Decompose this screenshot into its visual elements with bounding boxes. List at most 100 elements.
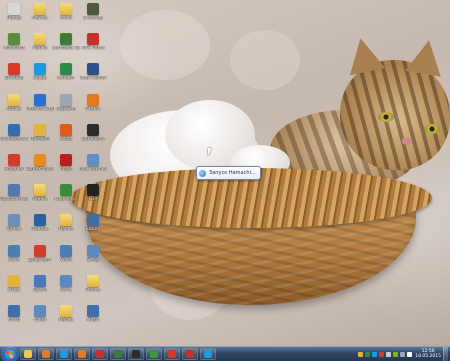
desktop-icon[interactable]: Total Comm <box>79 63 107 90</box>
desktop-icon[interactable]: SHAREit <box>0 63 28 90</box>
desktop-icon-label: Документ <box>28 257 52 263</box>
desktop-icon-label: GTA <box>88 197 98 203</box>
desktop-icon[interactable]: Видео <box>79 214 107 241</box>
app-icon <box>60 274 72 287</box>
desktop-icon[interactable]: Firefox <box>79 93 107 121</box>
desktop-icon[interactable]: Обновление <box>0 123 28 151</box>
app-icon <box>34 305 46 317</box>
desktop-icon[interactable]: Word <box>52 244 80 272</box>
taskbar-chrome-button[interactable] <box>146 348 162 360</box>
tray-icon[interactable] <box>358 351 364 357</box>
desktop-icon[interactable]: Одноклассники <box>26 154 54 181</box>
taskbar-camtasia-button[interactable] <box>110 348 126 360</box>
tray-icon[interactable] <box>372 351 378 357</box>
desktop-icon[interactable]: Internet Explorer <box>26 93 54 121</box>
desktop-icon-label: Firefox <box>85 106 101 112</box>
app-icon <box>8 154 20 166</box>
app-icon <box>34 244 46 257</box>
desktop-icon[interactable]: Программы <box>0 184 28 211</box>
desktop-icon[interactable]: Файлы <box>26 3 54 30</box>
desktop-icon[interactable]: GTA <box>79 184 107 211</box>
app-icon <box>8 214 20 227</box>
desktop-icon-label: Maps <box>60 167 72 172</box>
desktop-icon[interactable]: Корзина <box>52 93 80 121</box>
desktop-icon[interactable]: Фото <box>0 305 28 332</box>
desktop-icon[interactable]: Avast <box>52 123 80 151</box>
desktop-icon[interactable]: Папка <box>52 305 80 332</box>
app-icon <box>8 63 20 76</box>
taskbar-media-player-button[interactable] <box>38 348 54 360</box>
desktop-icon[interactable]: Opera <box>26 274 54 302</box>
desktop-icon[interactable]: Клиент <box>52 63 80 90</box>
desktop-icon[interactable]: Игры <box>0 274 28 302</box>
desktop-icon[interactable]: Папка <box>79 274 107 302</box>
taskbar-skype-active-button[interactable] <box>200 348 216 360</box>
desktop-icon-label: Корзина <box>56 106 76 112</box>
folder-icon <box>34 33 46 46</box>
desktop-icon[interactable]: Папка <box>52 214 80 241</box>
folder-icon <box>87 274 99 287</box>
tray-icon[interactable] <box>400 351 406 357</box>
app-icon <box>34 214 46 227</box>
desktop-icon[interactable]: AVS Video <box>79 33 107 60</box>
app-icon <box>8 244 20 257</box>
taskbar-bandicam-button[interactable] <box>128 348 144 360</box>
clock[interactable]: 12:56 18.05.2015 <box>415 349 441 359</box>
taskbar-firefox-button[interactable] <box>74 348 90 360</box>
desktop-icon[interactable]: Setup <box>79 244 107 272</box>
taskbar-skype-button[interactable] <box>56 348 72 360</box>
desktop-icon[interactable]: Bandicam <box>79 123 107 151</box>
desktop-icon[interactable]: Панель <box>26 214 54 241</box>
tray-icon[interactable] <box>365 351 371 357</box>
app-icon <box>8 123 20 136</box>
cat-ear <box>342 34 386 76</box>
app-icon <box>87 3 99 15</box>
hamachi-balloon[interactable]: Запуск Hamachi... <box>196 166 261 180</box>
desktop-icon[interactable]: Сеть <box>52 274 80 302</box>
show-desktop-button[interactable] <box>443 347 448 361</box>
desktop-icon[interactable]: Hamachi <box>26 123 54 151</box>
desktop-icon[interactable]: Папка <box>0 93 28 121</box>
desktop-icon[interactable]: Папка <box>26 33 54 60</box>
desktop-icon[interactable]: Camtasia Studio <box>52 33 80 60</box>
desktop-icon[interactable]: Мой компьютер <box>79 154 107 181</box>
desktop-icon[interactable]: Фото <box>52 3 80 30</box>
hamachi-icon <box>199 169 206 177</box>
app-icon <box>60 184 72 197</box>
desktop-icon[interactable]: Music <box>79 305 107 332</box>
app-icon <box>60 244 72 257</box>
bandicam-icon <box>132 350 140 358</box>
desktop-icon[interactable]: Skype <box>26 63 54 90</box>
desktop-icon[interactable]: Папка <box>26 184 54 211</box>
taskbar-recorder-button[interactable] <box>182 348 198 360</box>
desktop-icon[interactable]: Kaspersky <box>52 184 80 211</box>
app-icon <box>87 305 99 317</box>
app-icon <box>34 123 46 136</box>
taskbar-opera-button[interactable] <box>92 348 108 360</box>
tray-icon[interactable] <box>393 351 399 357</box>
desktop-icon-label: Фото <box>59 16 72 21</box>
desktop-icon[interactable]: Документ <box>26 244 54 272</box>
desktop-icon[interactable]: Лорор <box>0 3 28 30</box>
desktop-icon[interactable]: Ярлык <box>0 214 28 241</box>
skype-icon <box>60 350 68 358</box>
tray-icon[interactable] <box>379 351 385 357</box>
tray-icon[interactable] <box>407 351 413 357</box>
desktop-icon-label: Мой компьютер <box>79 167 107 172</box>
folder-icon <box>34 184 46 197</box>
tray-icon[interactable] <box>386 351 392 357</box>
desktop-icon-label: Фото <box>7 318 20 323</box>
desktop-icon-label: Bandicam <box>81 136 105 142</box>
desktop-icon[interactable]: Minecraft <box>0 33 28 60</box>
taskbar-ccleaner-button[interactable] <box>164 348 180 360</box>
desktop-icon[interactable]: Ccleaner <box>0 154 28 181</box>
taskbar-explorer-folder-button[interactable] <box>20 348 36 360</box>
desktop-icon[interactable]: Maps <box>52 154 80 181</box>
camtasia-icon <box>114 350 122 358</box>
desktop-icon-label: Клиент <box>57 76 75 82</box>
desktop-icon[interactable]: Сталкер <box>79 3 107 30</box>
desktop-icon[interactable]: Файл <box>26 305 54 332</box>
start-button[interactable] <box>2 347 18 361</box>
desktop-icon[interactable]: Сеть <box>0 244 28 272</box>
app-icon <box>60 33 72 46</box>
